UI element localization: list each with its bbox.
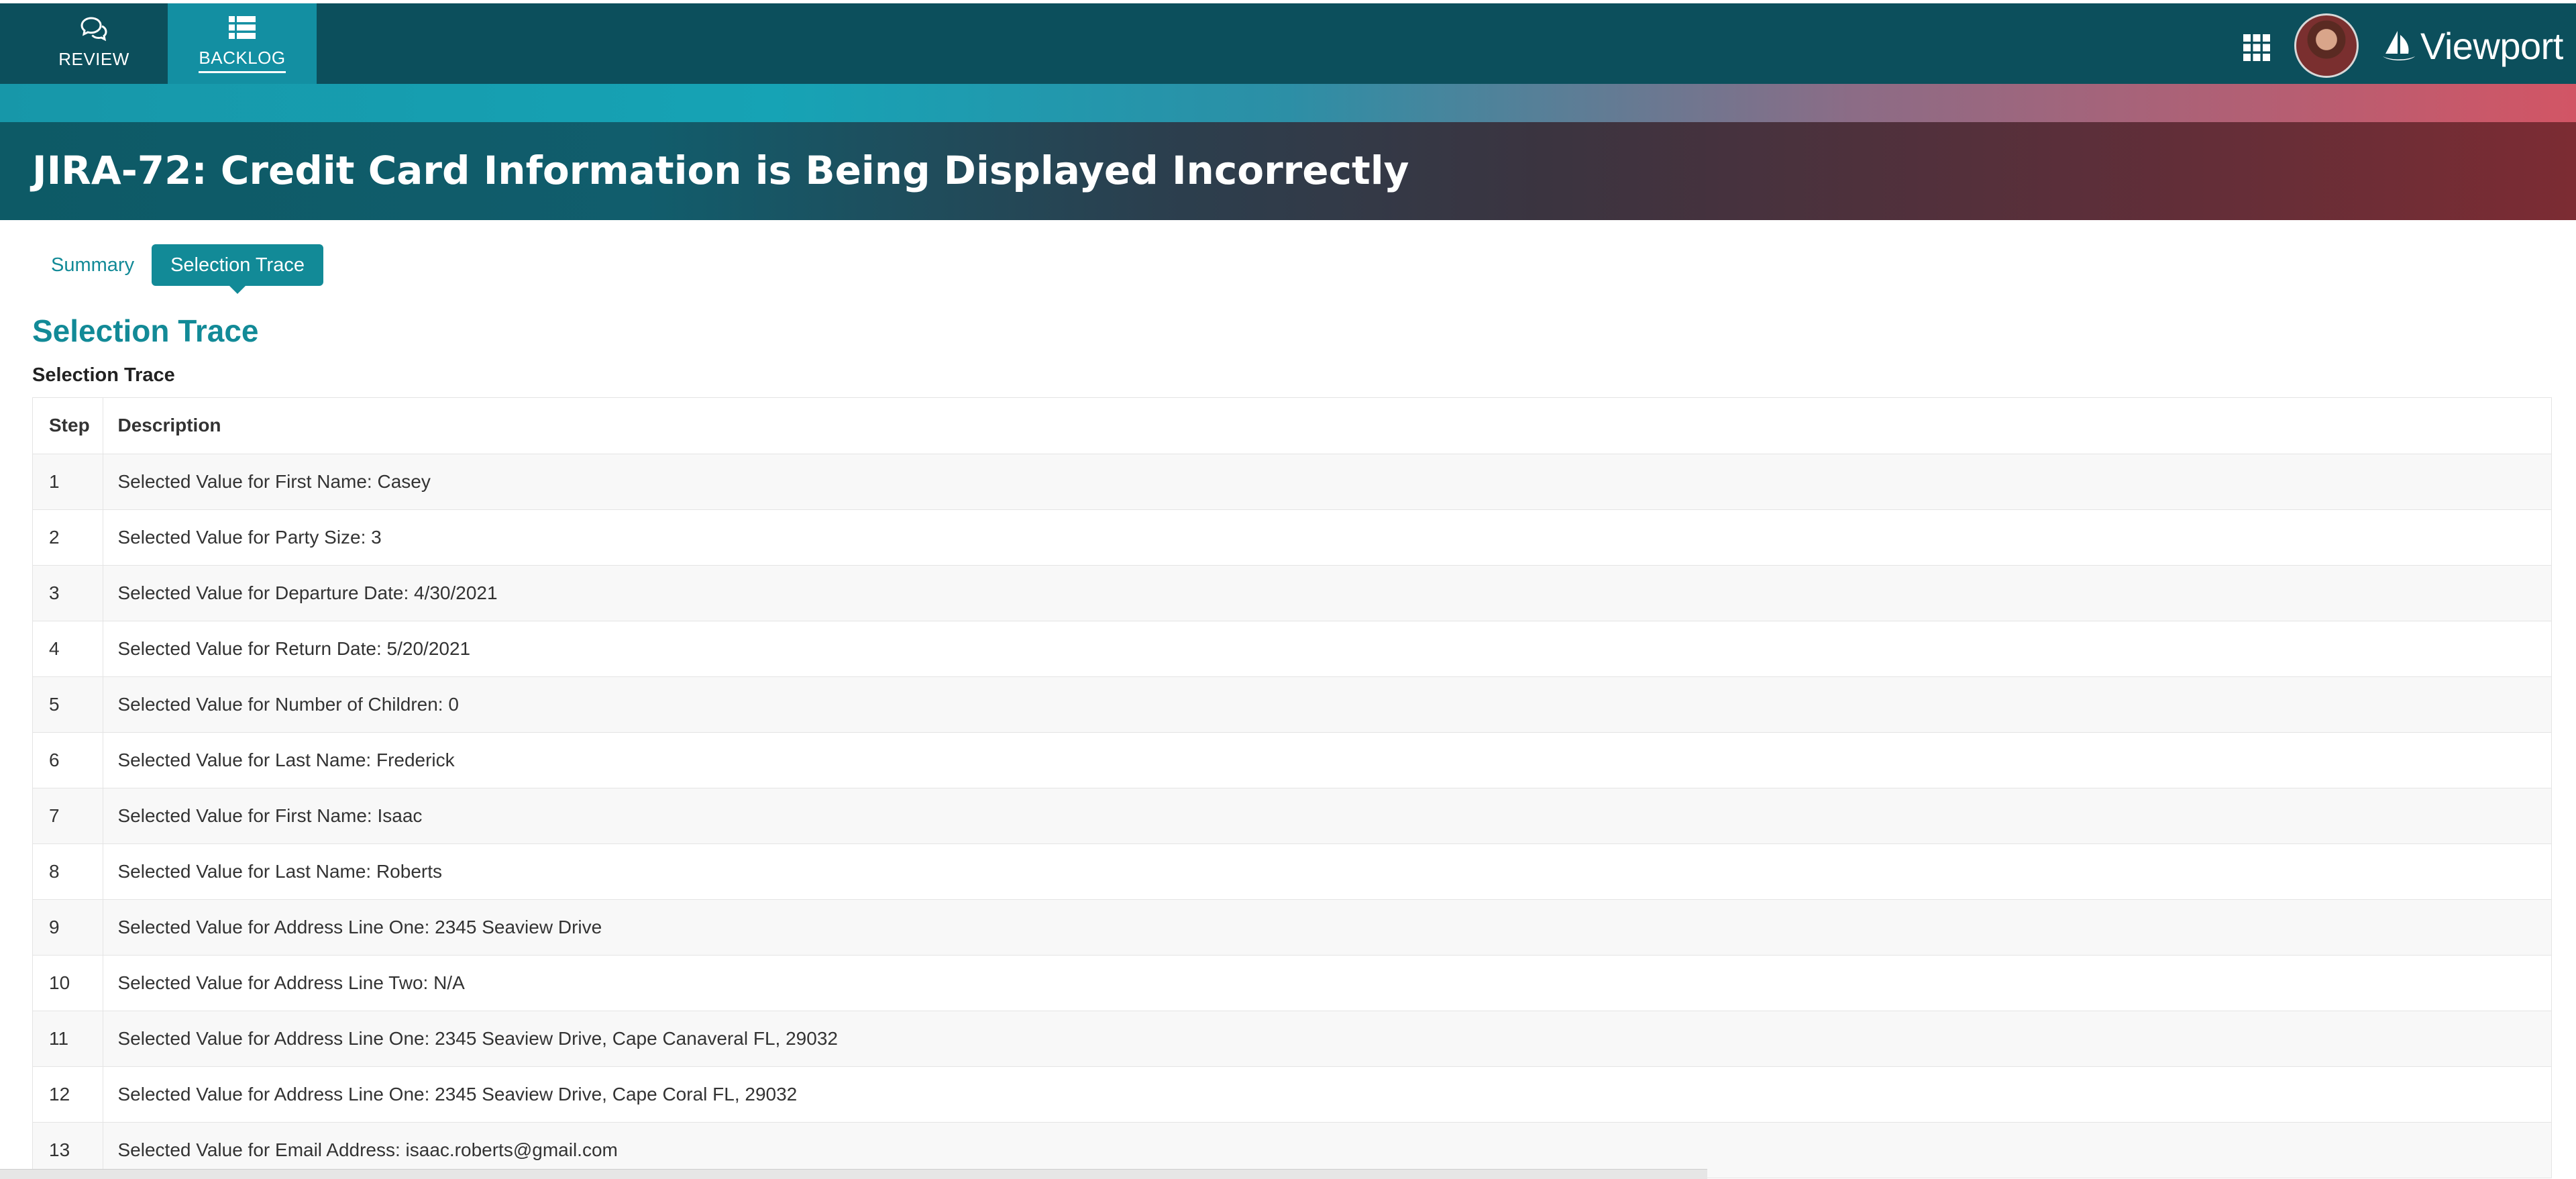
column-header-step: Step [33,398,103,454]
description-cell: Selected Value for Number of Children: 0 [103,676,2551,733]
nav-item-backlog[interactable]: BACKLOG [168,3,317,84]
step-cell: 6 [33,732,103,788]
tab-summary[interactable]: Summary [40,244,152,286]
description-cell: Selected Value for First Name: Isaac [103,788,2551,844]
table-row: 2 Selected Value for Party Size: 3 [33,509,2551,566]
subsection-title: Selection Trace [32,364,175,386]
table-row: 8 Selected Value for Last Name: Roberts [33,843,2551,900]
table-row: 11 Selected Value for Address Line One: 2… [33,1011,2551,1067]
description-cell: Selected Value for Last Name: Roberts [103,843,2551,900]
step-cell: 3 [33,565,103,621]
table-row: 3 Selected Value for Departure Date: 4/30… [33,565,2551,621]
step-cell: 10 [33,955,103,1011]
description-cell: Selected Value for Address Line One: 234… [103,1011,2551,1067]
nav-item-review[interactable]: REVIEW [20,3,168,84]
table-row: 5 Selected Value for Number of Children: … [33,676,2551,733]
step-cell: 5 [33,676,103,733]
title-banner: JIRA-72: Credit Card Information is Bein… [0,122,2576,220]
table-row: 6 Selected Value for Last Name: Frederick [33,732,2551,788]
brand-logo[interactable]: Viewport [2380,22,2563,69]
description-cell: Selected Value for Address Line One: 234… [103,1066,2551,1123]
table-header-row: Step Description [33,398,2551,454]
table-body: 1 Selected Value for First Name: Casey 2 Se… [33,454,2551,1178]
table-row: 9 Selected Value for Address Line One: 23… [33,899,2551,956]
nav-label-backlog: BACKLOG [199,48,286,73]
trace-table: Step Description 1 Selected Value for Fir… [33,398,2551,1178]
nav-label-review: REVIEW [58,48,129,69]
accent-strip [0,84,2576,122]
tab-selection-trace[interactable]: Selection Trace [152,244,323,294]
selection-trace-table: Step Description 1 Selected Value for Fir… [32,397,2552,1178]
chat-bubbles-icon [80,16,107,41]
top-nav-bar: REVIEW BACKLOG Viewport [0,0,2576,84]
description-cell: Selected Value for Last Name: Frederick [103,732,2551,788]
sailboat-logo-icon [2383,31,2415,60]
step-cell: 1 [33,454,103,510]
step-cell: 9 [33,899,103,956]
table-row: 7 Selected Value for First Name: Isaac [33,788,2551,844]
browser-status-bar [0,1169,1707,1179]
step-cell: 4 [33,621,103,677]
table-row: 1 Selected Value for First Name: Casey [33,454,2551,510]
list-icon [229,16,256,39]
table-row: 10 Selected Value for Address Line Two: N… [33,955,2551,1011]
description-cell: Selected Value for Party Size: 3 [103,509,2551,566]
step-cell: 12 [33,1066,103,1123]
description-cell: Selected Value for Address Line Two: N/A [103,955,2551,1011]
description-cell: Selected Value for Departure Date: 4/30/… [103,565,2551,621]
tab-bar: Summary Selection Trace [40,244,323,294]
step-cell: 8 [33,843,103,900]
page-title: JIRA-72: Credit Card Information is Bein… [32,148,1409,193]
section-title: Selection Trace [32,313,259,348]
step-cell: 11 [33,1011,103,1067]
table-row: 4 Selected Value for Return Date: 5/20/20… [33,621,2551,677]
step-cell: 2 [33,509,103,566]
brand-name: Viewport [2420,24,2563,67]
apps-grid-icon[interactable] [2242,33,2271,62]
table-row: 12 Selected Value for Address Line One: 2… [33,1066,2551,1123]
step-cell: 7 [33,788,103,844]
column-header-description: Description [103,398,2551,454]
description-cell: Selected Value for Return Date: 5/20/202… [103,621,2551,677]
description-cell: Selected Value for First Name: Casey [103,454,2551,510]
description-cell: Selected Value for Address Line One: 234… [103,899,2551,956]
avatar[interactable] [2294,13,2359,78]
